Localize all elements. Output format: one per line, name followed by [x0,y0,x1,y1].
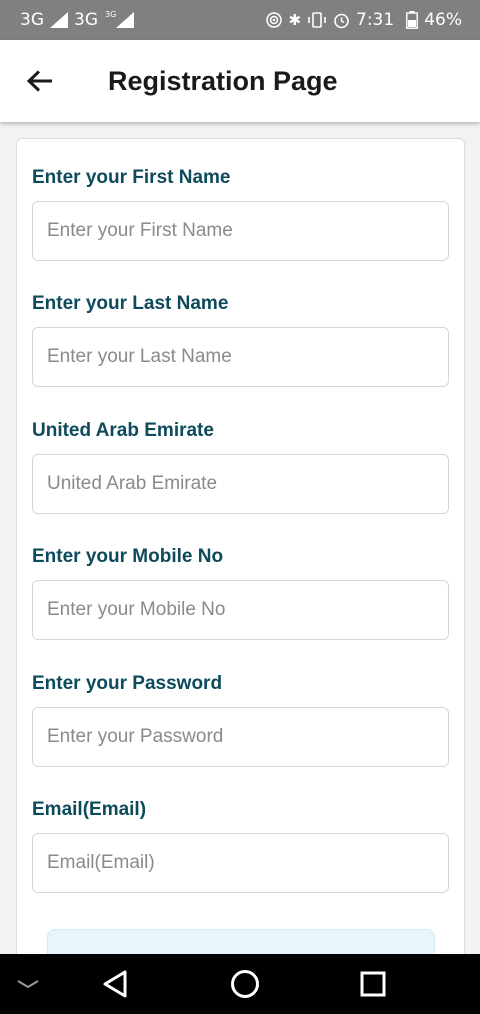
password-field: Enter your Password [32,673,450,767]
back-button[interactable] [0,40,80,122]
status-right: ✱ 7:31 46% [266,10,462,30]
country-field: United Arab Emirate [32,420,450,514]
network-label-1: 3G [20,10,44,30]
nav-recents-button[interactable] [348,954,398,1014]
mobile-field: Enter your Mobile No [32,546,450,640]
square-recents-icon [360,971,386,997]
nav-home-button[interactable] [220,954,270,1014]
last-name-label: Enter your Last Name [32,293,229,314]
signal-icon [50,12,68,28]
arrow-left-icon [27,70,52,92]
network-label-2: 3G [74,10,98,30]
hotspot-icon [266,12,283,28]
first-name-field: Enter your First Name [32,167,450,261]
bluetooth-icon: ✱ [288,10,302,29]
country-input[interactable] [32,454,449,514]
network-sup-label: 3G [105,9,117,19]
keyboard-hide-button[interactable] [8,954,48,1014]
app-bar: Registration Page [0,40,480,122]
last-name-input[interactable] [32,327,449,387]
battery-icon [406,11,419,29]
first-name-label: Enter your First Name [32,167,231,188]
system-nav-bar [0,954,480,1014]
email-input[interactable] [32,833,449,893]
status-left: 3G 3G 3G [20,9,135,30]
password-input[interactable] [32,707,449,767]
nav-back-button[interactable] [90,954,140,1014]
battery-percent: 46% [424,10,462,30]
circle-home-icon [231,970,259,998]
alarm-icon [334,13,349,28]
page-title: Registration Page [108,65,338,96]
country-label: United Arab Emirate [32,420,214,441]
vibrate-icon [308,12,326,28]
triangle-back-icon [103,970,127,998]
mobile-label: Enter your Mobile No [32,546,224,567]
first-name-input[interactable] [32,201,449,261]
chevron-down-icon [17,980,39,989]
email-field: Email(Email) [32,799,450,893]
password-label: Enter your Password [32,673,223,694]
clock-time: 7:31 [356,10,395,30]
mobile-input[interactable] [32,580,449,640]
registration-form-card: Enter your First Name Enter your Last Na… [16,138,465,989]
email-label: Email(Email) [32,799,147,820]
status-bar: 3G 3G 3G ✱ 7:31 46% [0,0,480,40]
last-name-field: Enter your Last Name [32,293,450,387]
signal-icon-2 [116,12,135,28]
